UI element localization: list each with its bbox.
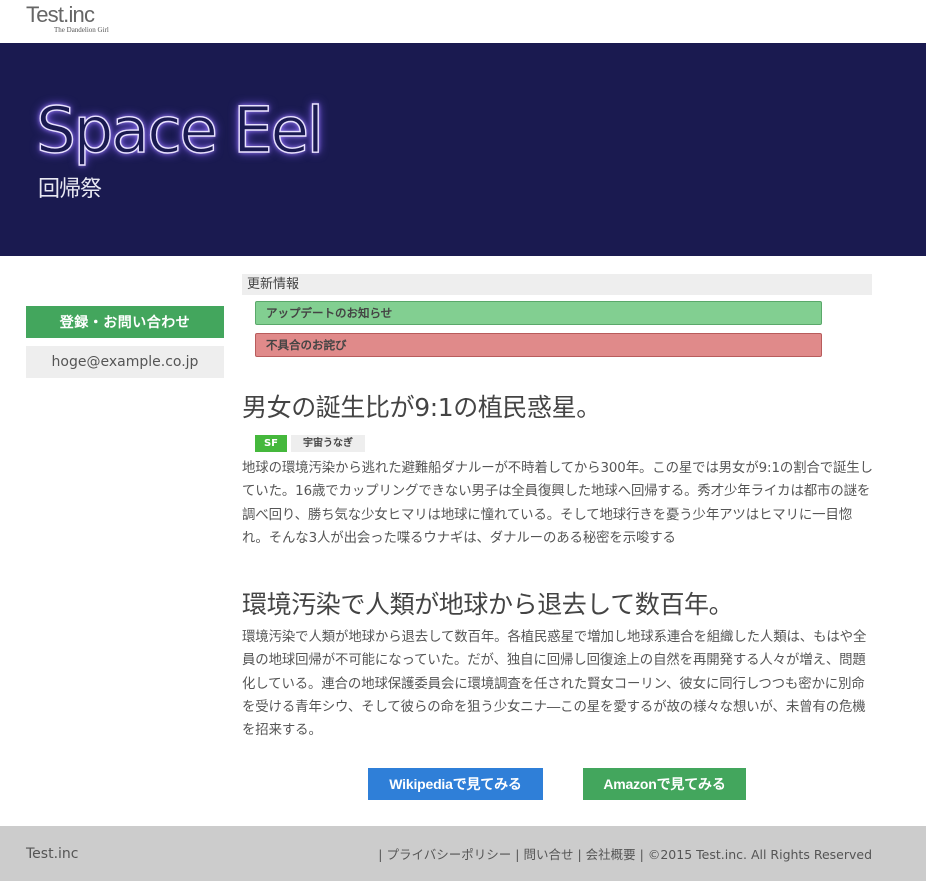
hero-title: Space Eel xyxy=(35,93,324,167)
contact-link[interactable]: 問い合せ xyxy=(523,847,573,862)
contact-button[interactable]: 登録・お問い合わせ xyxy=(26,306,224,338)
company-link[interactable]: 会社概要 xyxy=(586,847,636,862)
amazon-button[interactable]: Amazonで見てみる xyxy=(583,768,746,800)
footer-separator: | xyxy=(577,847,582,862)
news-header: 更新情報 xyxy=(242,274,872,295)
wikipedia-button[interactable]: Wikipediaで見てみる xyxy=(368,768,543,800)
footer: Test.inc | プライバシーポリシー | 問い合せ | 会社概要 | ©2… xyxy=(0,826,926,881)
tag-sf[interactable]: SF xyxy=(255,435,287,452)
logo-tagline: The Dandelion Girl xyxy=(54,26,109,34)
footer-separator: | xyxy=(378,847,383,862)
hero-banner: Space Eel 回帰祭 xyxy=(0,43,926,256)
contact-email: hoge@example.co.jp xyxy=(26,346,224,378)
tag-space-eel[interactable]: 宇宙うなぎ xyxy=(291,435,365,452)
news-item-apology[interactable]: 不具合のお詫び xyxy=(255,333,822,357)
article-title: 男女の誕生比が9:1の植民惑星。 xyxy=(242,393,601,422)
news-item-update[interactable]: アップデートのお知らせ xyxy=(255,301,822,325)
footer-brand: Test.inc xyxy=(26,846,79,862)
article-title: 環境汚染で人類が地球から退去して数百年。 xyxy=(242,590,734,619)
footer-links: | プライバシーポリシー | 問い合せ | 会社概要 | ©2015 Test.… xyxy=(378,844,872,863)
copyright-text: ©2015 Test.inc. All Rights Reserved xyxy=(647,847,872,862)
top-bar: Test.inc The Dandelion Girl xyxy=(0,0,926,43)
footer-separator: | xyxy=(639,847,644,862)
article-body: 環境汚染で人類が地球から退去して数百年。各植民惑星で増加し地球系連合を組織した人… xyxy=(242,630,867,739)
site-logo[interactable]: Test.inc The Dandelion Girl xyxy=(26,2,109,34)
footer-separator: | xyxy=(515,847,520,862)
privacy-policy-link[interactable]: プライバシーポリシー xyxy=(387,847,512,862)
hero-subtitle: 回帰祭 xyxy=(38,177,102,202)
article-body: 地球の環境汚染から逃れた避難船ダナルーが不時着してから300年。この星では男女が… xyxy=(242,461,873,546)
logo-text: Test.inc xyxy=(26,2,95,27)
